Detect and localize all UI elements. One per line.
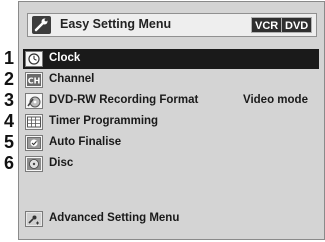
recording-format-value: Video mode <box>243 94 308 106</box>
step-number-2: 2 <box>4 69 15 89</box>
menu-item-label: Timer Programming <box>49 115 159 127</box>
step-number-6: 6 <box>4 153 15 173</box>
wrench-icon <box>32 16 51 34</box>
menu-item-timer-programming[interactable]: Timer Programming <box>23 112 319 132</box>
menu-item-label: Clock <box>49 52 81 64</box>
easy-setting-menu-panel: Easy Setting Menu VCR DVD Clock CH Chann… <box>18 1 325 240</box>
advanced-setting-label: Advanced Setting Menu <box>49 212 180 224</box>
step-number-3: 3 <box>4 90 15 110</box>
menu-title: Easy Setting Menu <box>60 17 172 31</box>
auto-finalise-icon <box>25 135 43 151</box>
menu-item-label: Channel <box>49 73 95 85</box>
step-number-5: 5 <box>4 132 15 152</box>
menu-item-channel[interactable]: CH Channel <box>23 70 319 90</box>
menu-item-label: DVD-RW Recording Format <box>49 94 199 106</box>
step-number-1: 1 <box>4 48 15 68</box>
menu-item-advanced-setting[interactable]: Advanced Setting Menu <box>23 209 319 229</box>
vcr-mode-badge: VCR <box>251 17 283 33</box>
menu-item-label: Disc <box>49 157 74 169</box>
channel-icon: CH <box>25 72 43 88</box>
disc-icon <box>25 156 43 172</box>
menu-item-disc[interactable]: Disc <box>23 154 319 174</box>
advanced-settings-icon <box>25 211 43 227</box>
menu-item-auto-finalise[interactable]: Auto Finalise <box>23 133 319 153</box>
dvd-mode-badge: DVD <box>281 17 313 33</box>
timer-programming-icon <box>25 114 43 130</box>
svg-text:CH: CH <box>28 77 41 86</box>
step-number-4: 4 <box>4 111 15 131</box>
clock-icon <box>25 51 43 67</box>
menu-item-clock[interactable]: Clock <box>23 49 319 69</box>
menu-title-bar: Easy Setting Menu VCR DVD <box>27 13 317 37</box>
dvd-rw-format-icon <box>25 93 43 109</box>
menu-item-label: Auto Finalise <box>49 136 122 148</box>
menu-item-dvd-rw-recording-format[interactable]: DVD-RW Recording Format Video mode <box>23 91 319 111</box>
